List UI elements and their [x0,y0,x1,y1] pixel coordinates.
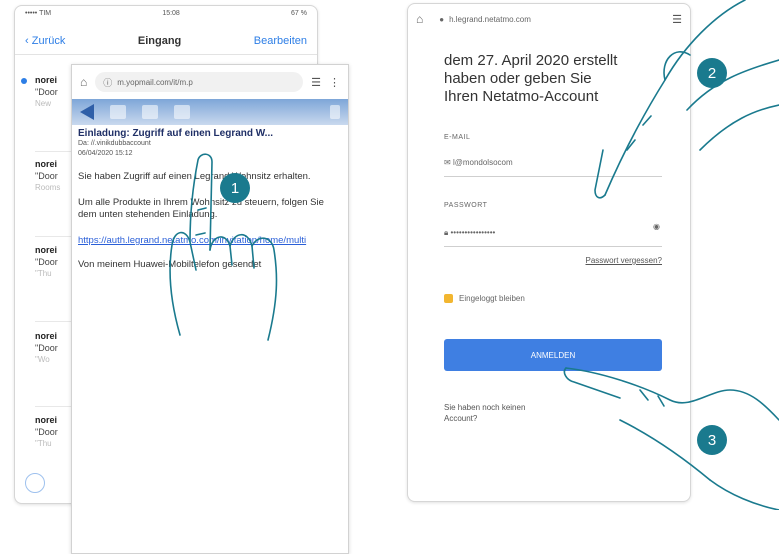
battery-label: 67 % [291,10,307,17]
email-subject: Einladung: Zugriff auf einen Legrand W..… [78,128,273,139]
unread-dot-icon [21,78,27,84]
carrier-label: ••••• TIM [25,10,52,17]
tabs-icon[interactable]: ☰ [311,76,321,89]
step-badge-3: 3 [697,425,727,455]
forward-icon[interactable] [174,105,190,119]
url-text: h.legrand.netatmo.com [449,14,531,24]
stay-logged-in-checkbox[interactable]: Eingeloggt bleiben [444,294,525,303]
compose-icon[interactable] [25,473,45,493]
trash-icon[interactable] [330,105,340,119]
checkbox-icon [444,294,453,303]
step-badge-2: 2 [697,58,727,88]
lock-icon: ● [439,14,445,24]
home-icon[interactable]: ⌂ [416,12,423,26]
download-icon[interactable] [142,105,158,119]
home-icon[interactable]: ⌂ [80,75,87,89]
pointing-hand-3-icon [563,367,779,510]
clock-label: 15:08 [162,10,180,17]
mail-nav-bar: ‹ Zurück Eingang Bearbeiten [15,28,317,55]
user-icon: ✉ [444,158,453,167]
browser-toolbar: ⌂ ⓘ m.yopmail.com/it/m.p ☰ ⋮ [72,65,348,99]
password-underline [444,246,662,247]
back-arrow-icon[interactable] [80,104,94,120]
reply-icon[interactable] [110,105,126,119]
url-text: m.yopmail.com/it/m.p [117,77,193,87]
url-bar[interactable]: ⓘ m.yopmail.com/it/m.p [95,72,304,92]
info-icon: ⓘ [103,77,113,88]
forgot-password-link[interactable]: Passwort vergessen? [586,256,662,265]
step-badge-1: 1 [220,173,250,203]
inbox-title: Eingang [137,35,182,47]
menu-icon[interactable]: ⋮ [329,76,340,89]
password-label: PASSWORT [444,202,488,209]
mail-toolbar [72,99,348,125]
no-account-text: Sie haben noch keinen Account? [444,403,526,423]
edit-button[interactable]: Bearbeiten [254,35,307,47]
pointing-hand-2-icon [594,0,779,199]
email-label: E-MAIL [444,134,471,141]
email-sender: Da: //.vinikdubbaccount [78,140,151,147]
status-bar: ••••• TIM 15:08 67 % [15,6,317,28]
back-button[interactable]: ‹ Zurück [25,35,65,47]
